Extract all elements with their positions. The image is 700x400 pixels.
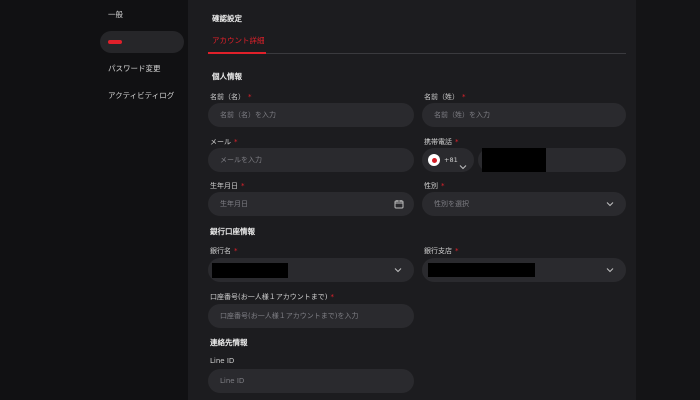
contact-section-title: 連絡先情報 bbox=[210, 338, 248, 347]
phone-label: 携帯電話 * bbox=[424, 137, 459, 147]
label-text: 銀行名 bbox=[210, 247, 231, 255]
sidebar-item-verification[interactable] bbox=[100, 31, 184, 53]
sidebar-item-general[interactable]: 一般 bbox=[100, 4, 184, 26]
bank-name-label: 銀行名 * bbox=[210, 246, 238, 256]
sidebar-item-label: パスワード変更 bbox=[108, 64, 161, 73]
sidebar-item-label: 一般 bbox=[108, 10, 123, 19]
last-name-field[interactable]: 名前（姓）を入力 bbox=[422, 103, 626, 127]
required-mark: * bbox=[462, 93, 466, 101]
gender-label: 性別 * bbox=[424, 181, 445, 191]
gender-select[interactable]: 性別を選択 bbox=[422, 192, 626, 216]
chevron-down-icon bbox=[606, 266, 614, 274]
required-mark: * bbox=[441, 182, 445, 190]
redacted-branch bbox=[428, 263, 535, 277]
phone-country-select[interactable]: +81 bbox=[422, 148, 474, 172]
email-label: メール * bbox=[210, 137, 238, 147]
required-mark: * bbox=[330, 293, 334, 301]
chevron-down-icon bbox=[459, 156, 467, 170]
chevron-down-icon bbox=[606, 200, 614, 208]
required-mark: * bbox=[234, 247, 238, 255]
branch-label: 銀行支店 * bbox=[424, 246, 459, 256]
sidebar-item-activity-log[interactable]: アクティビティログ bbox=[100, 85, 184, 107]
required-mark: * bbox=[455, 247, 459, 255]
tab-account-details[interactable]: アカウント詳細 bbox=[212, 35, 265, 46]
right-gutter bbox=[636, 0, 700, 400]
line-id-label: Line ID bbox=[210, 357, 235, 365]
label-text: 銀行支店 bbox=[424, 247, 452, 255]
account-number-field[interactable]: 口座番号(お一人様１アカウントまで)を入力 bbox=[208, 304, 414, 328]
first-name-field[interactable]: 名前（名）を入力 bbox=[208, 103, 414, 127]
chevron-down-icon bbox=[394, 266, 402, 274]
first-name-label: 名前（名） * bbox=[210, 92, 252, 102]
birthdate-label: 生年月日 * bbox=[210, 181, 245, 191]
label-text: 携帯電話 bbox=[424, 138, 452, 146]
sidebar-item-password[interactable]: パスワード変更 bbox=[100, 58, 184, 80]
last-name-label: 名前（姓） * bbox=[424, 92, 466, 102]
phone-prefix-code: +81 bbox=[444, 156, 458, 164]
required-mark: * bbox=[234, 138, 238, 146]
birthdate-placeholder: 生年月日 bbox=[220, 200, 248, 208]
calendar-icon[interactable] bbox=[394, 199, 404, 209]
label-text: 名前（名） bbox=[210, 93, 245, 101]
email-field[interactable]: メールを入力 bbox=[208, 148, 414, 172]
account-number-label: 口座番号(お一人様１アカウントまで) * bbox=[210, 292, 334, 302]
label-text: 名前（姓） bbox=[424, 93, 459, 101]
label-text: 性別 bbox=[424, 182, 438, 190]
bank-section-title: 銀行口座情報 bbox=[210, 227, 255, 236]
gender-placeholder: 性別を選択 bbox=[434, 200, 469, 208]
sidebar: 一般 パスワード変更 アクティビティログ bbox=[0, 0, 188, 400]
sidebar-item-label: アクティビティログ bbox=[108, 91, 175, 100]
required-mark: * bbox=[241, 182, 245, 190]
label-text: メール bbox=[210, 138, 231, 146]
page-title: 確認設定 bbox=[212, 14, 242, 23]
japan-flag-icon bbox=[428, 154, 440, 166]
tab-active-indicator bbox=[208, 52, 266, 54]
personal-section-title: 個人情報 bbox=[212, 72, 242, 81]
redacted-bank-name bbox=[212, 263, 288, 278]
tab-divider bbox=[208, 53, 626, 54]
label-text: 口座番号(お一人様１アカウントまで) bbox=[210, 293, 328, 301]
required-mark: * bbox=[248, 93, 252, 101]
line-id-field[interactable]: Line ID bbox=[208, 369, 414, 393]
required-mark: * bbox=[455, 138, 459, 146]
sidebar-item-label bbox=[108, 40, 122, 44]
redacted-phone bbox=[482, 148, 546, 172]
label-text: 生年月日 bbox=[210, 182, 238, 190]
birthdate-field[interactable]: 生年月日 bbox=[208, 192, 414, 216]
